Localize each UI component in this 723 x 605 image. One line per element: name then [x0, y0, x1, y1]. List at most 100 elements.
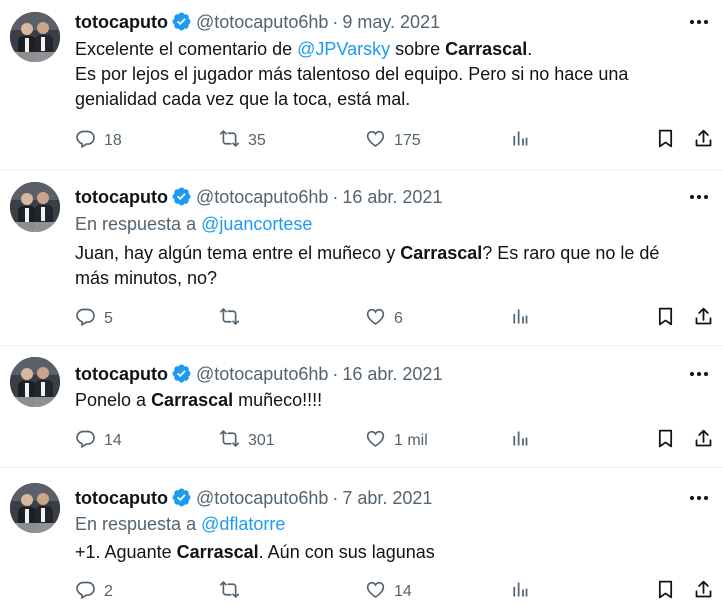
tweet-date[interactable]: 16 abr. 2021 — [342, 187, 442, 207]
bookmark-button[interactable] — [655, 580, 676, 604]
reply-to-link[interactable]: @juancortese — [201, 214, 312, 234]
retweet-button[interactable] — [219, 307, 240, 331]
tweet-actions: 18 35 175 — [75, 129, 723, 153]
retweet-button[interactable]: 301 — [219, 429, 275, 453]
author-handle[interactable]: @totocaputo6hb — [196, 187, 328, 207]
bookmark-button[interactable] — [655, 429, 676, 453]
retweets-count: 35 — [248, 132, 266, 149]
tweet-feed: totocaputo @totocaputo6hb · 9 may. 2021 Exc… — [0, 0, 723, 605]
text-run: sobre — [390, 39, 446, 59]
likes-count: 14 — [394, 583, 412, 600]
bookmark-icon — [655, 428, 676, 454]
text-run: . — [527, 39, 533, 59]
verified-badge-icon — [171, 11, 192, 32]
reply-button[interactable]: 18 — [75, 129, 122, 153]
highlighted-word: Carrascal — [176, 542, 259, 562]
reply-context: En respuesta a @dflatorre — [75, 512, 285, 536]
author-name[interactable]: totocaputo — [75, 364, 168, 384]
tweet-text-line: más minutos, no? — [75, 266, 715, 291]
more-icon[interactable] — [687, 486, 711, 510]
avatar[interactable] — [10, 357, 60, 407]
avatar[interactable] — [10, 12, 60, 62]
reply-icon — [75, 428, 96, 454]
retweet-button[interactable]: 35 — [219, 129, 266, 153]
share-button[interactable] — [693, 580, 714, 604]
bookmark-icon — [655, 128, 676, 154]
bookmark-icon — [655, 579, 676, 605]
bookmark-button[interactable] — [655, 307, 676, 331]
reply-button[interactable]: 5 — [75, 307, 113, 331]
replies-count: 18 — [104, 132, 122, 149]
tweet-text: Juan, hay algún tema entre el muñeco y C… — [75, 241, 715, 291]
bookmark-icon — [655, 306, 676, 332]
tweet-actions: 2 14 — [75, 580, 723, 604]
like-icon — [365, 128, 386, 154]
tweet[interactable]: totocaputo @totocaputo6hb · 7 abr. 2021 En … — [0, 467, 723, 605]
views-button[interactable] — [509, 129, 530, 153]
like-button[interactable]: 6 — [365, 307, 403, 331]
tweet-text-line: Es por lejos el jugador más talentoso de… — [75, 62, 715, 87]
tweet-text-line: genialidad cada vez que la toca, está ma… — [75, 87, 715, 112]
like-button[interactable]: 1 mil — [365, 429, 428, 453]
tweet-text-line: Juan, hay algún tema entre el muñeco y C… — [75, 241, 715, 266]
author-handle[interactable]: @totocaputo6hb — [196, 488, 328, 508]
more-icon[interactable] — [687, 185, 711, 209]
verified-badge-icon — [171, 186, 192, 207]
reply-prefix: En respuesta a — [75, 514, 202, 534]
views-button[interactable] — [509, 580, 530, 604]
avatar[interactable] — [10, 483, 60, 533]
reply-context: En respuesta a @juancortese — [75, 212, 312, 236]
retweet-icon — [219, 306, 240, 332]
tweet-header: totocaputo @totocaputo6hb · 7 abr. 2021 — [75, 486, 432, 510]
text-run: genialidad cada vez que la toca, está ma… — [75, 89, 411, 109]
mention-link[interactable]: @JPVarsky — [297, 39, 390, 59]
highlighted-word: Carrascal — [445, 39, 528, 59]
share-button[interactable] — [693, 307, 714, 331]
bookmark-button[interactable] — [655, 129, 676, 153]
tweet[interactable]: totocaputo @totocaputo6hb · 16 abr. 2021 Po… — [0, 345, 723, 468]
author-name[interactable]: totocaputo — [75, 187, 168, 207]
tweet-text-line: Excelente el comentario de @JPVarsky sob… — [75, 37, 715, 62]
share-icon — [693, 128, 714, 154]
retweet-icon — [219, 128, 240, 154]
tweet[interactable]: totocaputo @totocaputo6hb · 9 may. 2021 Exc… — [0, 0, 723, 171]
views-button[interactable] — [509, 307, 530, 331]
share-button[interactable] — [693, 129, 714, 153]
tweet-text-line: Ponelo a Carrascal muñeco!!!! — [75, 388, 715, 413]
reply-icon — [75, 128, 96, 154]
like-button[interactable]: 14 — [365, 580, 412, 604]
reply-prefix: En respuesta a — [75, 214, 202, 234]
retweet-button[interactable] — [219, 580, 240, 604]
share-icon — [693, 579, 714, 605]
separator-dot: · — [332, 187, 339, 207]
reply-to-link[interactable]: @dflatorre — [201, 514, 285, 534]
more-icon[interactable] — [687, 10, 711, 34]
retweet-icon — [219, 428, 240, 454]
share-button[interactable] — [693, 429, 714, 453]
author-name[interactable]: totocaputo — [75, 488, 168, 508]
tweet-actions: 56 — [75, 307, 723, 331]
tweet-header: totocaputo @totocaputo6hb · 16 abr. 2021 — [75, 185, 442, 209]
avatar[interactable] — [10, 182, 60, 232]
text-run: Es por lejos el jugador más talentoso de… — [75, 64, 629, 84]
tweet[interactable]: totocaputo @totocaputo6hb · 16 abr. 2021 En… — [0, 170, 723, 346]
text-run: Ponelo a — [75, 390, 152, 410]
reply-button[interactable]: 14 — [75, 429, 122, 453]
reply-icon — [75, 579, 96, 605]
tweet-date[interactable]: 9 may. 2021 — [342, 12, 440, 32]
views-button[interactable] — [509, 429, 530, 453]
more-icon[interactable] — [687, 362, 711, 386]
verified-badge-icon — [171, 487, 192, 508]
tweet-text-line: +1. Aguante Carrascal. Aún con sus lagun… — [75, 540, 715, 565]
author-handle[interactable]: @totocaputo6hb — [196, 12, 328, 32]
like-button[interactable]: 175 — [365, 129, 421, 153]
tweet-date[interactable]: 16 abr. 2021 — [342, 364, 442, 384]
replies-count: 5 — [104, 310, 113, 327]
reply-button[interactable]: 2 — [75, 580, 113, 604]
author-name[interactable]: totocaputo — [75, 12, 168, 32]
tweet-date[interactable]: 7 abr. 2021 — [342, 488, 432, 508]
tweet-text: +1. Aguante Carrascal. Aún con sus lagun… — [75, 540, 715, 565]
author-handle[interactable]: @totocaputo6hb — [196, 364, 328, 384]
text-run: +1. Aguante — [75, 542, 177, 562]
views-icon — [509, 128, 530, 154]
